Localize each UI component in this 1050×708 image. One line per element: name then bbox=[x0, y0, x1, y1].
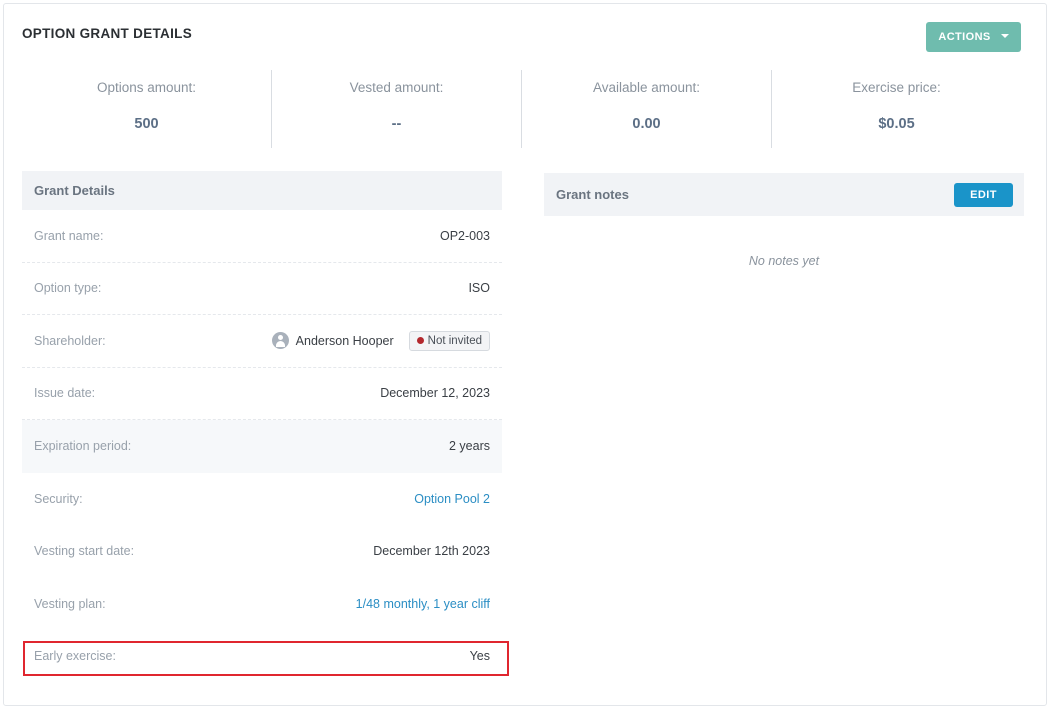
row-value: OP2-003 bbox=[439, 228, 490, 243]
stat-value: 0.00 bbox=[632, 116, 661, 132]
user-avatar-icon bbox=[271, 332, 289, 350]
grant-notes-panel: Grant notes EDIT No notes yet bbox=[544, 173, 1024, 268]
vesting-plan-link[interactable]: 1/48 monthly, 1 year cliff bbox=[356, 597, 490, 611]
row-label: Shareholder: bbox=[34, 333, 106, 348]
row-label: Grant name: bbox=[34, 228, 104, 243]
status-badge: Not invited bbox=[408, 330, 490, 351]
shareholder-info: Anderson Hooper Not invited bbox=[271, 330, 490, 351]
detail-row-security: Security: Option Pool 2 bbox=[22, 473, 502, 526]
stat-label: Exercise price: bbox=[852, 80, 941, 95]
grant-notes-header: Grant notes EDIT bbox=[544, 173, 1024, 216]
detail-row-issue-date: Issue date: December 12, 2023 bbox=[22, 368, 502, 420]
empty-notes-text: No notes yet bbox=[748, 254, 820, 268]
detail-row-expiration-period: Expiration period: 2 years bbox=[22, 420, 502, 473]
actions-button-label: ACTIONS bbox=[938, 31, 991, 43]
status-dot-icon bbox=[416, 337, 424, 345]
row-label: Vesting start date: bbox=[34, 544, 135, 559]
row-label: Security: bbox=[34, 491, 83, 506]
edit-notes-button[interactable]: EDIT bbox=[954, 182, 1013, 207]
stat-label: Available amount: bbox=[592, 80, 701, 95]
row-label: Option type: bbox=[34, 281, 102, 296]
stat-value: 500 bbox=[134, 116, 159, 132]
row-label: Early exercise: bbox=[34, 649, 116, 664]
row-label: Issue date: bbox=[34, 386, 96, 401]
grant-details-heading: Grant Details bbox=[22, 171, 502, 210]
detail-row-vesting-start-date: Vesting start date: December 12th 2023 bbox=[22, 525, 502, 578]
detail-row-option-type: Option type: ISO bbox=[22, 263, 502, 315]
stat-options-amount: Options amount: 500 bbox=[22, 70, 271, 148]
summary-stats: Options amount: 500 Vested amount: -- Av… bbox=[22, 70, 1021, 148]
actions-dropdown-button[interactable]: ACTIONS bbox=[926, 22, 1021, 52]
stat-available-amount: Available amount: 0.00 bbox=[521, 70, 771, 148]
stat-label: Options amount: bbox=[96, 80, 197, 95]
row-label: Expiration period: bbox=[34, 439, 132, 454]
detail-row-shareholder: Shareholder: Anderson Hooper Not invited bbox=[22, 315, 502, 368]
row-value: ISO bbox=[468, 281, 490, 296]
detail-row-early-exercise: Early exercise: Yes bbox=[22, 630, 502, 683]
row-value: December 12th 2023 bbox=[373, 544, 490, 559]
stat-value: $0.05 bbox=[878, 116, 915, 132]
grant-notes-heading: Grant notes bbox=[556, 187, 629, 202]
stat-value: -- bbox=[391, 116, 402, 132]
row-label: Vesting plan: bbox=[34, 596, 106, 611]
detail-row-vesting-plan: Vesting plan: 1/48 monthly, 1 year cliff bbox=[22, 578, 502, 631]
grant-details-panel: Grant Details Grant name: OP2-003 Option… bbox=[22, 171, 502, 683]
stat-label: Vested amount: bbox=[349, 80, 444, 95]
stat-exercise-price: Exercise price: $0.05 bbox=[771, 70, 1021, 148]
stat-vested-amount: Vested amount: -- bbox=[271, 70, 521, 148]
security-link[interactable]: Option Pool 2 bbox=[414, 492, 490, 506]
row-value: Yes bbox=[469, 649, 490, 664]
shareholder-name[interactable]: Anderson Hooper bbox=[296, 334, 394, 348]
row-value: December 12, 2023 bbox=[380, 386, 490, 401]
caret-down-icon bbox=[1000, 34, 1009, 38]
detail-row-grant-name: Grant name: OP2-003 bbox=[22, 210, 502, 263]
page-title: OPTION GRANT DETAILS bbox=[22, 26, 192, 41]
status-badge-label: Not invited bbox=[427, 334, 482, 347]
row-value: 2 years bbox=[449, 439, 490, 454]
